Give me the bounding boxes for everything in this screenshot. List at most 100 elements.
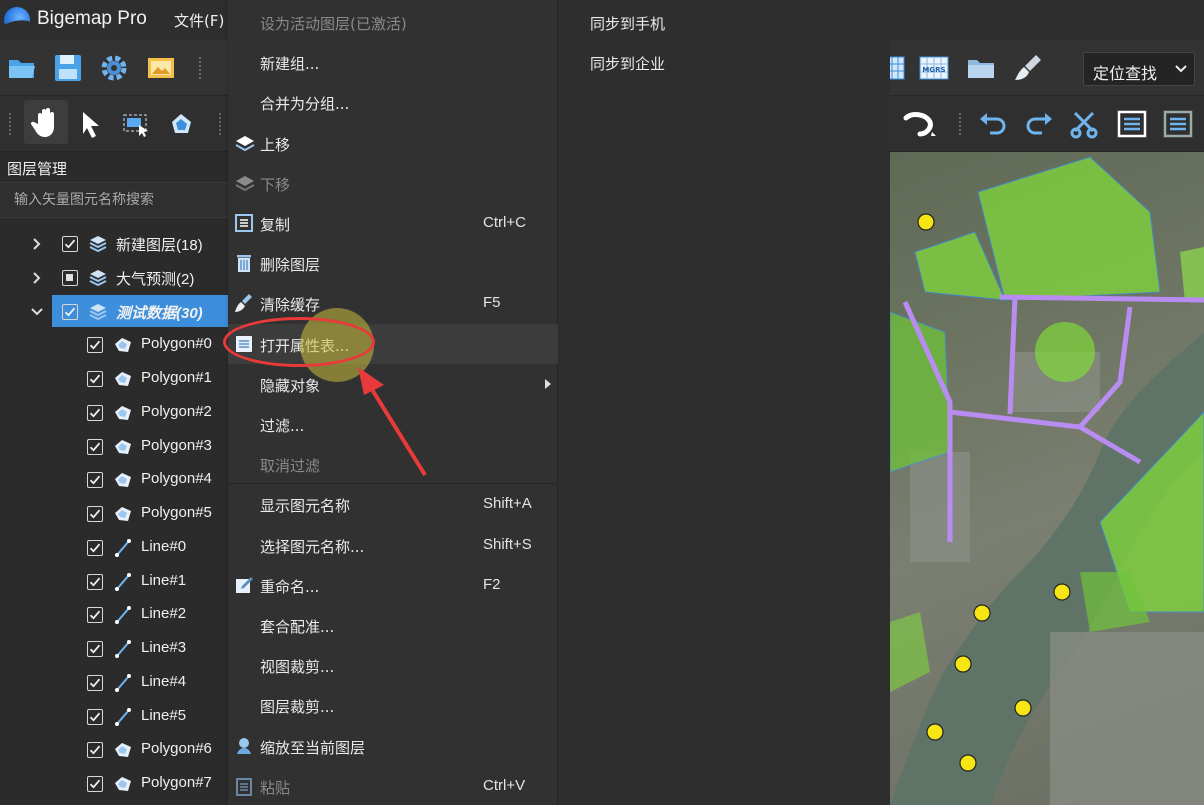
chevron-right-icon[interactable] [30, 237, 44, 251]
layer-group-row[interactable]: 新建图层(18) [0, 227, 232, 261]
image-icon[interactable] [145, 52, 179, 86]
submenu-panel: 同步到手机 同步到企业 [558, 0, 890, 805]
layer-panel: 图层管理 新建图层(18) 大气预测(2) 测试数据(30) Polygon#0 Pol… [0, 152, 232, 805]
menu-item-label: 过滤... [260, 417, 305, 435]
menu-item[interactable]: 重命名... F2 [228, 565, 558, 605]
layer-checkbox[interactable] [87, 439, 103, 455]
menu-item-shortcut: Ctrl+C [483, 214, 526, 231]
gear-icon[interactable] [98, 52, 132, 86]
menu-item[interactable]: 显示图元名称 Shift+A [228, 484, 558, 524]
map-view[interactable] [890, 152, 1204, 805]
layer-group-row[interactable]: 大气预测(2) [0, 261, 232, 295]
layer-search-box[interactable] [0, 182, 232, 218]
layer-item-row[interactable]: Line#3 [0, 632, 232, 666]
submenu-item-sync-enterprise[interactable]: 同步到企业 [590, 53, 665, 74]
layer-checkbox[interactable] [87, 506, 103, 522]
layer-item-row[interactable]: Polygon#3 [0, 430, 232, 464]
layer-label: 大气预测(2) [116, 271, 195, 288]
toolbar-grip[interactable] [8, 112, 12, 136]
layer-label: Line#0 [141, 538, 187, 555]
layer-checkbox[interactable] [87, 641, 103, 657]
layer-item-row[interactable]: Line#0 [0, 531, 232, 565]
layer-item-row[interactable]: Line#5 [0, 700, 232, 734]
list-icon[interactable] [1162, 108, 1196, 142]
folder-open-icon[interactable] [6, 52, 40, 86]
pointer-icon[interactable] [76, 108, 110, 142]
undo-icon[interactable] [976, 108, 1010, 142]
lasso-icon[interactable] [898, 108, 936, 142]
layer-item-row[interactable]: Polygon#4 [0, 463, 232, 497]
scissors-icon[interactable] [1068, 108, 1102, 142]
layer-checkbox[interactable] [87, 337, 103, 353]
layer-checkbox[interactable] [87, 405, 103, 421]
layer-item-row[interactable]: Polygon#1 [0, 362, 232, 396]
menu-item[interactable]: 设为活动图层(已激活) [228, 2, 558, 42]
layer-checkbox[interactable] [87, 742, 103, 758]
layer-item-row[interactable]: Line#4 [0, 666, 232, 700]
layer-label: Polygon#5 [141, 504, 212, 521]
menu-item[interactable]: 套合配准... [228, 605, 558, 645]
menu-item[interactable]: 粘贴 Ctrl+V [228, 766, 558, 805]
menu-item-label: 图层裁剪... [260, 698, 335, 717]
grid-icon[interactable] [885, 52, 920, 86]
save-icon[interactable] [52, 52, 86, 86]
hand-icon[interactable] [24, 100, 68, 144]
edit-shape-icon[interactable] [167, 108, 201, 142]
layer-item-row[interactable]: Polygon#7 [0, 767, 232, 801]
toolbar-grip[interactable] [958, 112, 962, 136]
layer-item-row[interactable]: Polygon#2 [0, 396, 232, 430]
layer-checkbox[interactable] [87, 776, 103, 792]
layers-icon [88, 268, 108, 288]
layer-checkbox[interactable] [87, 709, 103, 725]
layer-checkbox[interactable] [87, 472, 103, 488]
folder-icon[interactable] [965, 52, 999, 86]
layer-checkbox[interactable] [87, 675, 103, 691]
menu-item[interactable]: 删除图层 [228, 243, 558, 283]
menu-item[interactable]: 复制 Ctrl+C [228, 203, 558, 243]
mgrs-icon[interactable]: MGRS [918, 52, 952, 86]
menu-item-label: 新建组... [260, 55, 320, 74]
layer-search-input[interactable] [0, 183, 232, 217]
menu-item[interactable]: 视图裁剪... [228, 645, 558, 685]
layer-checkbox[interactable] [62, 304, 78, 320]
layer-checkbox[interactable] [62, 270, 78, 286]
menu-item[interactable]: 上移 [228, 123, 558, 163]
location-pin-icon [234, 736, 254, 756]
select-rect-icon[interactable] [120, 108, 154, 142]
menu-item-label: 合并为分组... [260, 95, 350, 114]
layer-item-row[interactable]: Polygon#5 [0, 497, 232, 531]
submenu-item-sync-phone[interactable]: 同步到手机 [590, 13, 665, 34]
chevron-down-icon[interactable] [30, 305, 44, 319]
layer-checkbox[interactable] [87, 540, 103, 556]
layer-item-row[interactable]: Polygon#6 [0, 733, 232, 767]
layer-group-row[interactable]: 测试数据(30) [0, 295, 232, 329]
menu-file[interactable]: 文件(F) [174, 10, 224, 31]
locate-dropdown[interactable]: 定位查找 [1083, 52, 1195, 86]
layer-checkbox[interactable] [87, 607, 103, 623]
menu-item[interactable]: 图层裁剪... [228, 685, 558, 725]
menu-item[interactable]: 合并为分组... [228, 82, 558, 122]
layer-label: Polygon#2 [141, 403, 212, 420]
polygon-icon [113, 740, 133, 760]
brush-icon[interactable] [1012, 52, 1046, 86]
chevron-right-icon[interactable] [30, 271, 44, 285]
menu-item[interactable]: 新建组... [228, 42, 558, 82]
redo-icon[interactable] [1024, 108, 1058, 142]
layer-checkbox[interactable] [87, 371, 103, 387]
menu-item[interactable]: 下移 [228, 163, 558, 203]
menu-item-label: 复制 [260, 216, 291, 234]
toolbar-grip[interactable] [198, 56, 202, 80]
layer-item-row[interactable]: Polygon#0 [0, 328, 232, 362]
layer-item-row[interactable]: Line#2 [0, 598, 232, 632]
layer-checkbox[interactable] [87, 574, 103, 590]
list-icon[interactable] [1116, 108, 1150, 142]
layer-checkbox[interactable] [62, 236, 78, 252]
menu-item-label: 显示图元名称 [260, 497, 351, 516]
app-title: Bigemap Pro [37, 8, 147, 29]
menu-item[interactable]: 选择图元名称... Shift+S [228, 525, 558, 565]
toolbar-grip[interactable] [218, 112, 222, 136]
layer-item-row[interactable]: Line#1 [0, 565, 232, 599]
polygon-icon [113, 470, 133, 490]
layer-label: Line#2 [141, 605, 187, 622]
menu-item[interactable]: 缩放至当前图层 [228, 726, 558, 766]
